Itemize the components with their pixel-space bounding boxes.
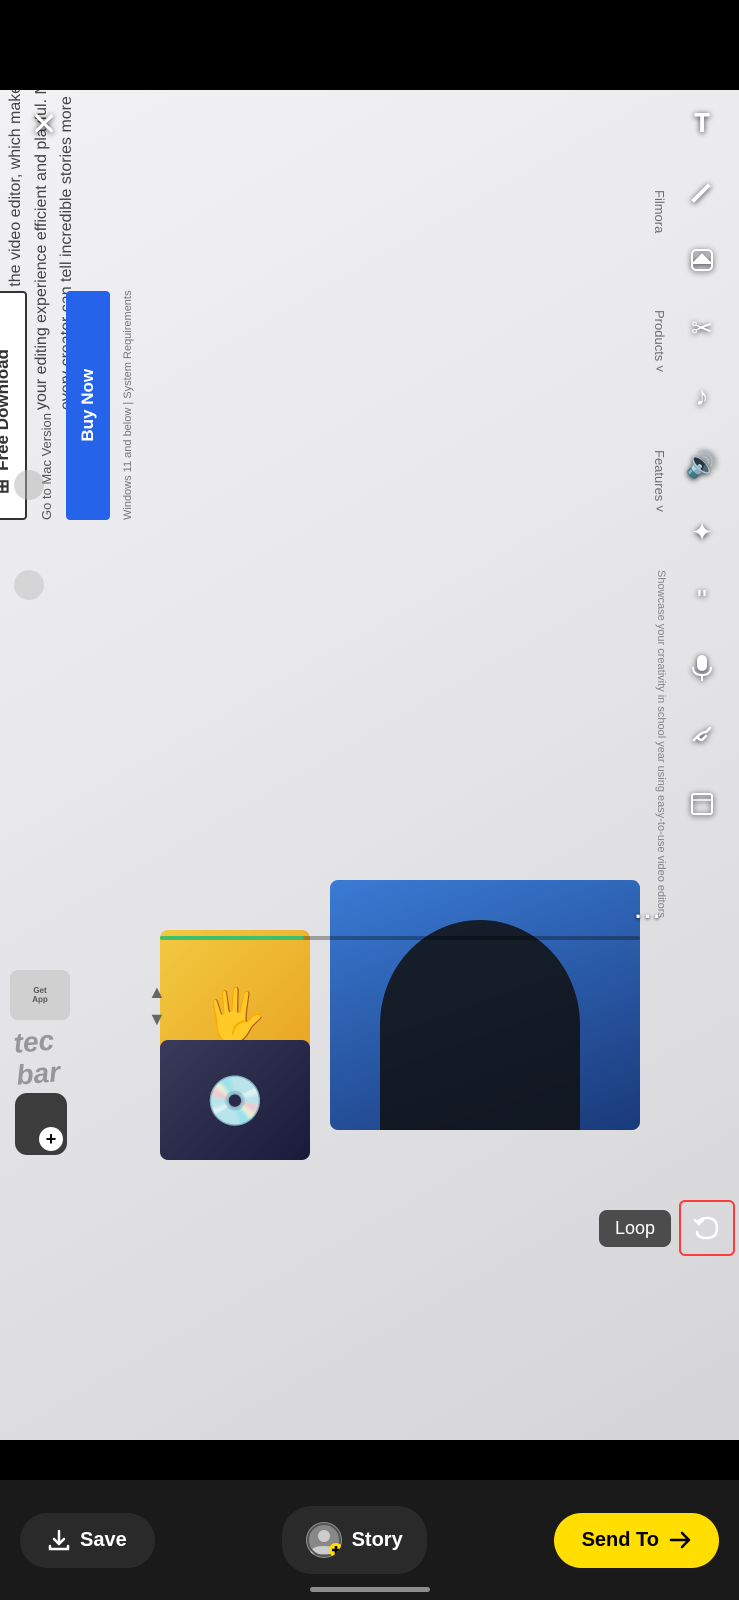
volume-tool-btn[interactable]: 🔊 [678,440,726,488]
thumb-person [330,880,640,1130]
mic-tool-btn[interactable] [678,644,726,692]
crop-icon [688,790,716,818]
loop-icon [691,1212,723,1244]
tecbar-watermark: tecbar [12,1024,61,1092]
buy-now-btn[interactable]: Buy Now [66,291,110,520]
bottom-bar: Save Story Send To [0,1480,739,1600]
nav-circle-1 [14,470,44,500]
right-toolbar: 𝐓 ✂ ♪ 🔊 ✦ " [673,100,731,828]
top-bar [0,0,739,90]
story-label: Story [352,1529,403,1552]
free-download-label: Free Download [0,349,13,471]
loop-tooltip: Loop [599,1210,671,1247]
star-tool-btn[interactable]: ✦ [678,508,726,556]
save-label: Save [80,1529,127,1552]
add-media-btn[interactable]: + [15,1093,67,1155]
side-label-features: Features ˅ [652,450,667,513]
scissors-icon: ✂ [691,313,713,344]
win-icon-small: ⊞ [0,479,13,494]
loop-btn[interactable] [679,1200,735,1256]
send-to-button[interactable]: Send To [554,1513,719,1568]
send-label: Send To [582,1529,659,1552]
mic-icon [689,653,715,683]
link-tool-btn[interactable] [678,712,726,760]
timeline-progress [160,936,304,940]
arrow-up: ▲ [148,982,166,1003]
link-icon [688,722,716,750]
crop-tool-btn[interactable] [678,780,726,828]
page-photo-area: 🖐 💿 ▲ ▼ ··· [0,840,739,1160]
side-label-filmora: Filmora [652,190,667,233]
home-indicator [310,1587,430,1592]
arrow-down: ▼ [148,1009,166,1030]
save-icon [48,1529,70,1551]
save-button[interactable]: Save [20,1513,155,1568]
send-arrow-icon [669,1529,691,1551]
music-tool-btn[interactable]: ♪ [678,372,726,420]
more-options[interactable]: ··· [635,904,663,930]
system-req: Windows 11 and below | System Requiremen… [122,291,134,520]
nav-circle-2 [14,570,44,600]
star-icon: ✦ [691,517,713,548]
close-icon: ✕ [31,105,58,143]
story-avatar [306,1522,342,1558]
timeline-bar [160,936,640,940]
person-silhouette [380,920,580,1130]
text-tool-btn[interactable]: 𝐓 [678,100,726,148]
music-icon: ♪ [696,381,709,412]
arrow-indicators: ▲ ▼ [148,982,166,1030]
close-button[interactable]: ✕ [20,100,68,148]
getapp-badge: GetApp [10,970,70,1020]
quote-icon: " [697,584,707,616]
pencil-icon [688,178,716,206]
loop-area: Loop [519,1190,739,1290]
scissors-tool-btn[interactable]: ✂ [678,304,726,352]
sticker-icon [688,246,716,274]
volume-icon: 🔊 [686,449,718,480]
quote-tool-btn[interactable]: " [678,576,726,624]
draw-tool-btn[interactable] [678,168,726,216]
story-button[interactable]: Story [282,1506,427,1574]
side-label-products: Products ˅ [652,310,667,373]
sticker-tool-btn[interactable] [678,236,726,284]
text-icon: 𝐓 [694,108,711,140]
thumb-cd: 💿 [160,1040,310,1160]
avatar-icon [306,1522,342,1558]
plus-icon: + [39,1127,63,1151]
